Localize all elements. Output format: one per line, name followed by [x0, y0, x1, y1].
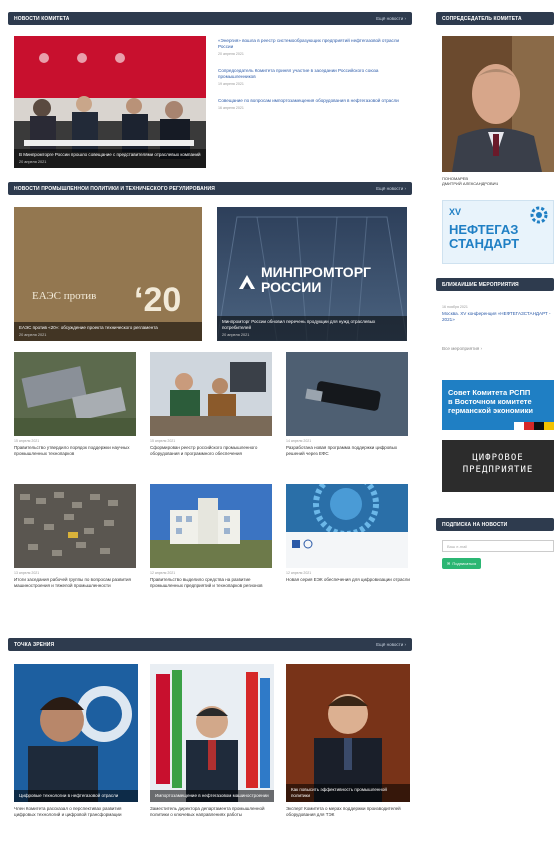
- chair-name: ПОНОМАРЕВ ДМИТРИЙ АЛЕКСАНДРОВИЧ: [442, 176, 499, 186]
- events-section-title: Ближайшие мероприятия: [442, 281, 519, 288]
- news-main-card[interactable]: В Минпромторге России прошло совещание с…: [14, 36, 206, 168]
- neftegaz-title: НЕФТЕГАЗ СТАНДАРТ: [449, 222, 520, 251]
- subscribe-button[interactable]: ✉ Подписаться: [442, 558, 482, 569]
- industry-grid-item-5[interactable]: 12 апреля 2021 Правительство выделило сре…: [150, 570, 274, 589]
- industry-grid-photo-3[interactable]: [286, 352, 408, 436]
- industry-big-caption-2: Минпромторг России обновил перечень прод…: [217, 316, 407, 341]
- flags-icon: [514, 422, 554, 430]
- industry-grid-photo-5[interactable]: [150, 484, 272, 568]
- digital-enterprise-banner[interactable]: ЦИФРОВОЕ ПРЕДПРИЯТИЕ: [442, 440, 554, 492]
- expert-card-3[interactable]: Как повысить эффективность промышленной …: [286, 664, 410, 802]
- news-link-1[interactable]: «Энергия» вошла в реестр системообразующ…: [218, 38, 408, 58]
- industry-section-title: Новости промышленной политики и техничес…: [14, 185, 215, 192]
- industry-big-card-2[interactable]: МИНПРОМТОРГ РОССИИ Минпромторг России об…: [217, 207, 407, 341]
- svg-text:‘20: ‘20: [134, 281, 181, 319]
- news-link-3[interactable]: Совещание по вопросам импортозамещения о…: [218, 98, 408, 111]
- expert-card-1[interactable]: Цифровые технологии в нефтегазовой отрас…: [14, 664, 138, 802]
- news-more-link[interactable]: Ещё новости ›: [376, 16, 406, 21]
- chair-photo[interactable]: [442, 36, 554, 172]
- industry-photo-text: ЕАЭС против: [32, 290, 96, 302]
- minpromtorg-logo: МИНПРОМТОРГ РОССИИ: [261, 264, 371, 295]
- expert-caption-1: Цифровые технологии в нефтегазовой отрас…: [14, 790, 138, 802]
- expert-text-3[interactable]: Эксперт Комитета о мерах поддержки произ…: [286, 806, 410, 818]
- industry-grid-item-2[interactable]: 15 апреля 2021 Сформирован реестр российс…: [150, 438, 274, 457]
- industry-big-card-1[interactable]: ЕАЭС против ‘20 ЕАЭС против «20»: обсужд…: [14, 207, 202, 341]
- all-events-link[interactable]: Все мероприятия ›: [442, 346, 554, 352]
- industry-big-photo-1: ЕАЭС против ‘20: [14, 207, 202, 341]
- industry-grid-photo-2[interactable]: [150, 352, 272, 436]
- industry-grid-item-4[interactable]: 13 апреля 2021 Итоги заседания рабочей гр…: [14, 570, 138, 589]
- expert-caption-2: Импортозамещение в нефтегазовом машиност…: [150, 790, 274, 802]
- envelope-icon: ✉: [447, 561, 451, 566]
- industry-grid-photo-6[interactable]: [286, 484, 408, 568]
- gear-icon: [530, 206, 548, 224]
- news-main-caption: В Минпромторге России прошло совещание с…: [14, 149, 206, 168]
- events-section-header: Ближайшие мероприятия: [436, 278, 554, 291]
- experts-section-title: Точка зрения: [14, 641, 55, 648]
- industry-grid-photo-1[interactable]: [14, 352, 136, 436]
- experts-section-header: Точка зрения Ещё новости ›: [8, 638, 412, 651]
- expert-text-1[interactable]: Член Комитета рассказал о перспективах р…: [14, 806, 138, 818]
- subscribe-section-title: Подписка на новости: [442, 521, 508, 528]
- expert-text-2[interactable]: Заместитель директора департамента промы…: [150, 806, 274, 818]
- chair-section-header: Сопредседатель Комитета: [436, 12, 554, 25]
- council-banner[interactable]: Совет Комитета РСПП в Восточном комитете…: [442, 380, 554, 430]
- expert-card-2[interactable]: Импортозамещение в нефтегазовом машиност…: [150, 664, 274, 802]
- industry-more-link[interactable]: Ещё новости ›: [376, 186, 406, 191]
- expert-caption-3: Как повысить эффективность промышленной …: [286, 784, 410, 802]
- experts-more-link[interactable]: Ещё новости ›: [376, 642, 406, 647]
- chair-section-title: Сопредседатель Комитета: [442, 15, 522, 22]
- industry-grid-photo-4[interactable]: [14, 484, 136, 568]
- industry-grid-item-1[interactable]: 15 апреля 2021 Правительство утвердило по…: [14, 438, 138, 457]
- neftegaz-banner[interactable]: XV НЕФТЕГАЗ СТАНДАРТ: [442, 200, 554, 264]
- event-item[interactable]: 16 ноября 2021 Москва. XV конференция «Н…: [442, 304, 554, 324]
- subscribe-section-header: Подписка на новости: [436, 518, 554, 531]
- industry-big-caption-1: ЕАЭС против «20»: обсуждение проекта тех…: [14, 322, 202, 341]
- news-link-2[interactable]: Сопредседатель Комитета принял участие в…: [218, 68, 408, 88]
- news-section-title: Новости Комитета: [14, 15, 70, 22]
- subscribe-email-input[interactable]: Ваш e-mail: [442, 540, 554, 552]
- news-section-header: Новости Комитета Ещё новости ›: [8, 12, 412, 25]
- industry-section-header: Новости промышленной политики и техничес…: [8, 182, 412, 195]
- industry-grid-item-6[interactable]: 12 апреля 2021 Новая серия ЕЭК обеспечени…: [286, 570, 410, 583]
- industry-grid-item-3[interactable]: 14 апреля 2021 Разработана новая программ…: [286, 438, 410, 457]
